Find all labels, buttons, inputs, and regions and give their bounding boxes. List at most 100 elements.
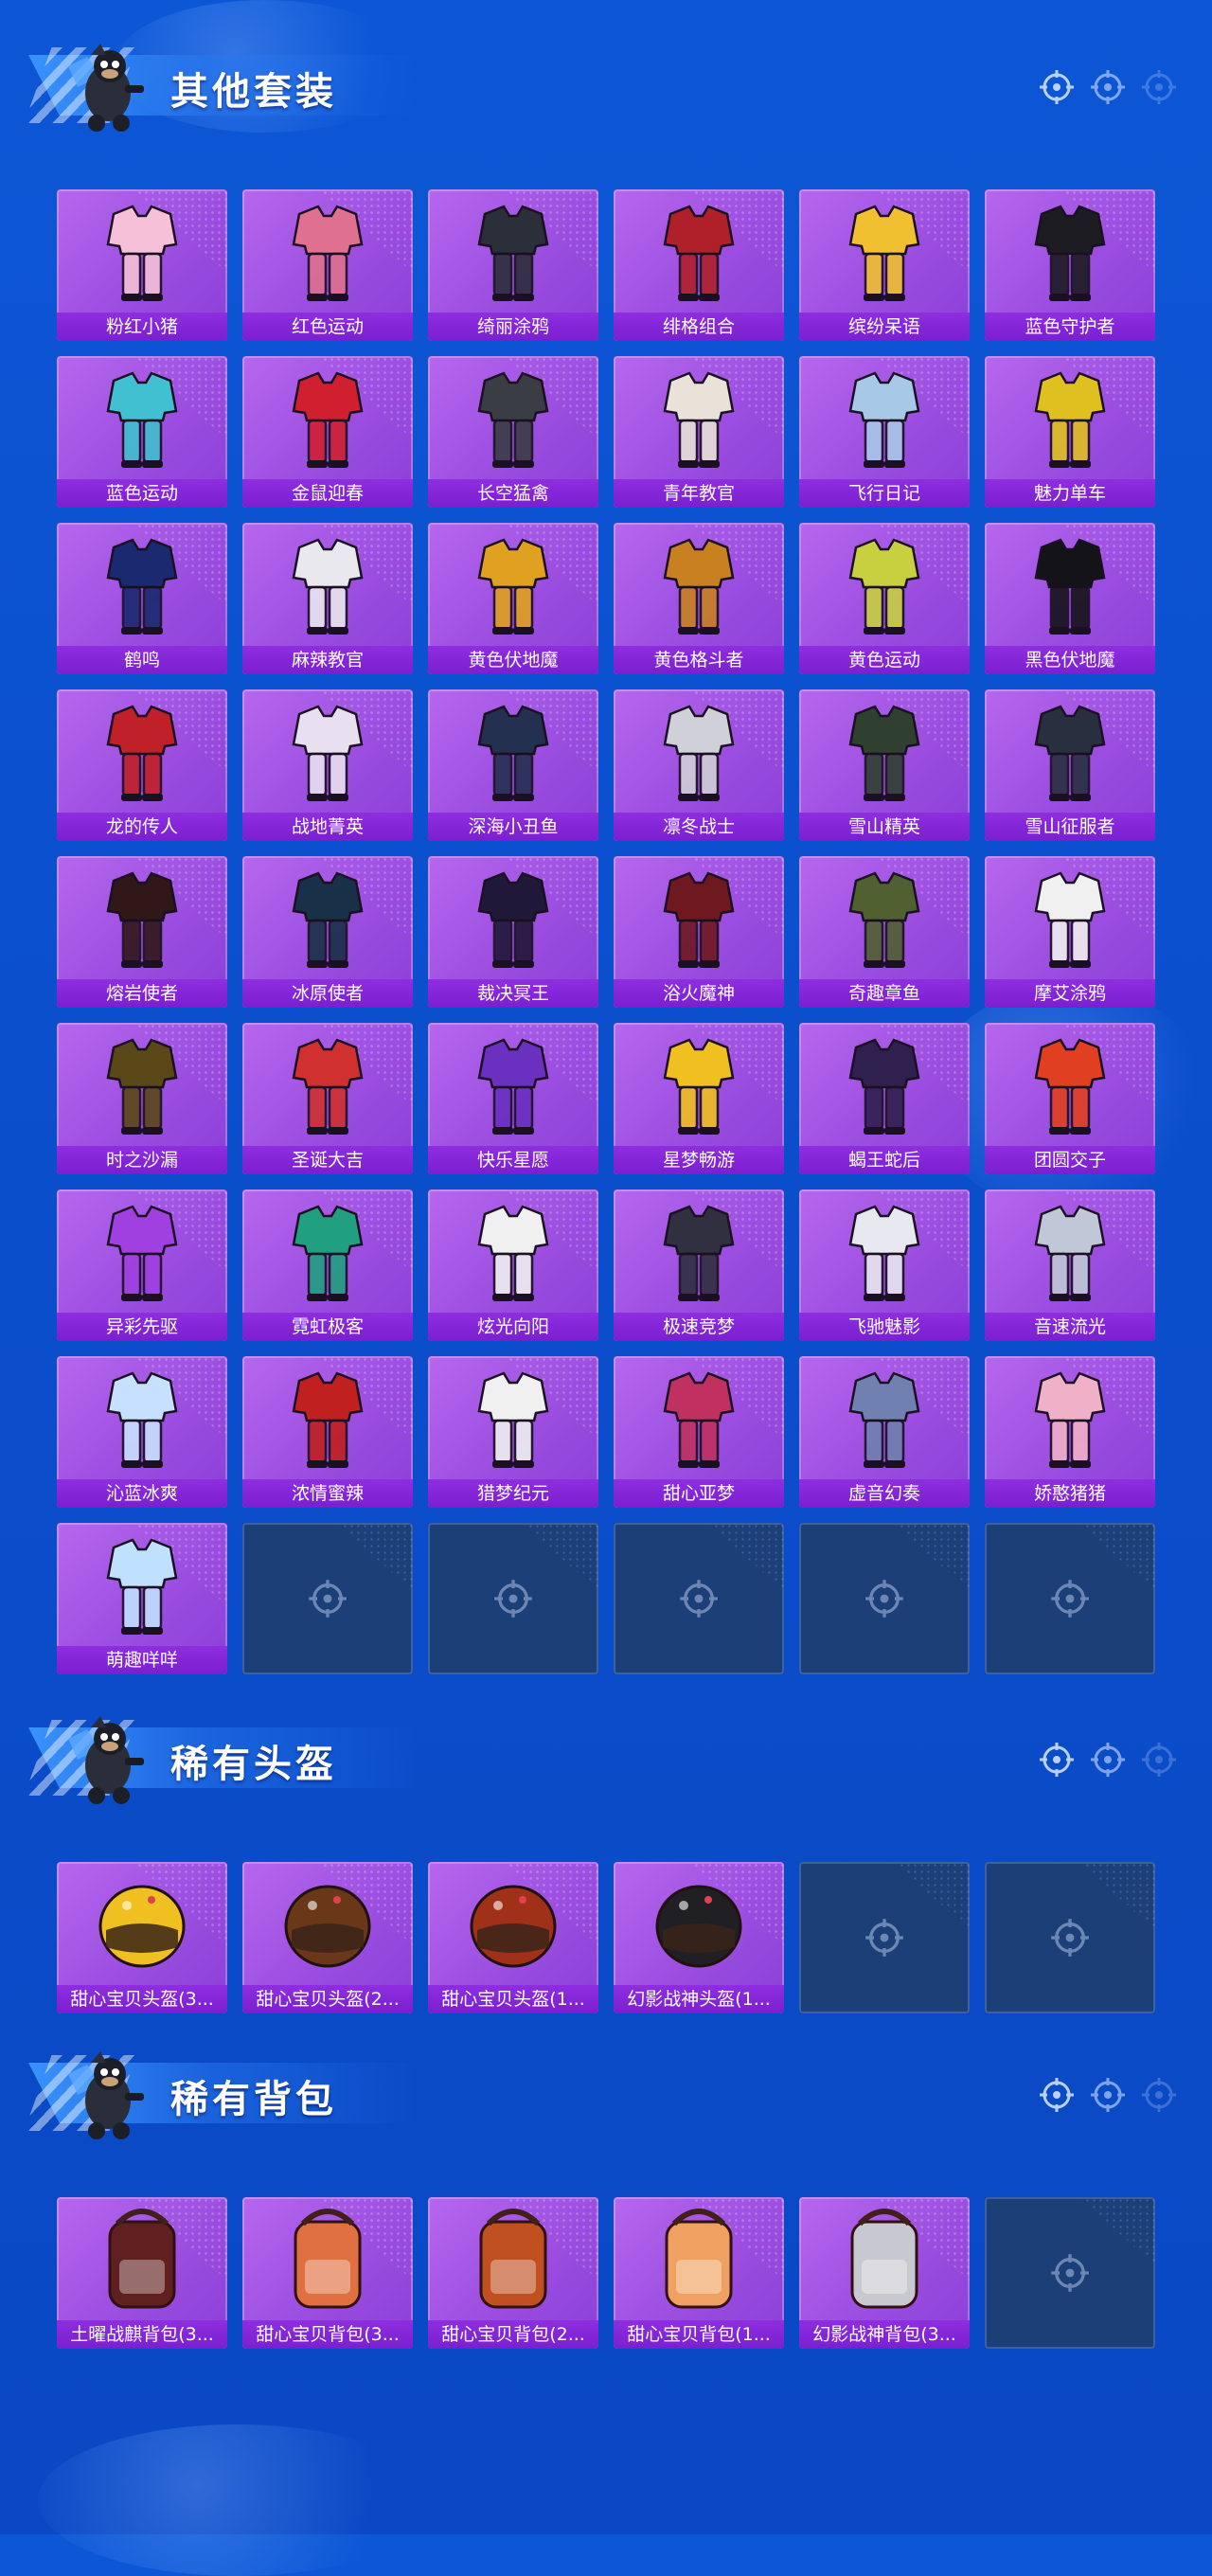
item-name: 甜心宝贝背包(3... <box>242 2320 413 2349</box>
item-name: 红色运动 <box>242 313 413 341</box>
item-name: 萌趣咩咩 <box>57 1646 227 1674</box>
crosshair-icon <box>1038 2076 1076 2114</box>
item-name: 粉红小猪 <box>57 313 227 341</box>
item-card[interactable]: 蓝色守护者 <box>985 189 1155 341</box>
empty-slot <box>985 1523 1155 1674</box>
item-card[interactable]: 飞行日记 <box>799 356 970 508</box>
item-card[interactable]: 雪山精英 <box>799 689 970 841</box>
item-card[interactable]: 战地菁英 <box>242 689 413 841</box>
item-name: 甜心宝贝背包(2... <box>428 2320 598 2349</box>
item-card[interactable]: 金鼠迎春 <box>242 356 413 508</box>
item-name: 土曜战麒背包(3... <box>57 2320 227 2349</box>
item-name: 金鼠迎春 <box>242 479 413 508</box>
item-card[interactable]: 绮丽涂鸦 <box>428 189 598 341</box>
item-card[interactable]: 绯格组合 <box>614 189 784 341</box>
item-card[interactable]: 炫光向阳 <box>428 1190 598 1341</box>
item-card[interactable]: 圣诞大吉 <box>242 1023 413 1174</box>
item-card[interactable]: 甜心宝贝头盔(2... <box>242 1862 413 2013</box>
item-card[interactable]: 甜心宝贝背包(3... <box>242 2197 413 2349</box>
item-card[interactable]: 奇趣章鱼 <box>799 856 970 1008</box>
item-name: 圣诞大吉 <box>242 1146 413 1174</box>
item-card[interactable]: 青年教官 <box>614 356 784 508</box>
crosshair-icon <box>864 1578 905 1619</box>
item-card[interactable]: 浴火魔神 <box>614 856 784 1008</box>
empty-slot <box>242 1523 413 1674</box>
item-card[interactable]: 霓虹极客 <box>242 1190 413 1341</box>
item-name: 战地菁英 <box>242 813 413 841</box>
item-card[interactable]: 团圆交子 <box>985 1023 1155 1174</box>
section-title: 其他套装 <box>170 70 337 114</box>
item-card[interactable]: 麻辣教官 <box>242 523 413 674</box>
item-card[interactable]: 魅力单车 <box>985 356 1155 508</box>
item-card[interactable]: 飞驰魅影 <box>799 1190 970 1341</box>
item-card[interactable]: 音速流光 <box>985 1190 1155 1341</box>
item-card[interactable]: 极速竞梦 <box>614 1190 784 1341</box>
crosshair-icon <box>1049 1917 1091 1959</box>
item-card[interactable]: 冰原使者 <box>242 856 413 1008</box>
item-name: 甜心宝贝头盔(1... <box>428 1985 598 2013</box>
item-card[interactable]: 快乐星愿 <box>428 1023 598 1174</box>
item-name: 蓝色运动 <box>57 479 227 508</box>
item-name: 音速流光 <box>985 1313 1155 1341</box>
crosshair-icon <box>1140 1741 1178 1779</box>
item-card[interactable]: 深海小丑鱼 <box>428 689 598 841</box>
item-card[interactable]: 熔岩使者 <box>57 856 227 1008</box>
item-card[interactable]: 黑色伏地魔 <box>985 523 1155 674</box>
crosshair-icon <box>1049 1578 1091 1619</box>
item-card[interactable]: 浓情蜜辣 <box>242 1356 413 1508</box>
item-card[interactable]: 异彩先驱 <box>57 1190 227 1341</box>
item-card[interactable]: 黄色伏地魔 <box>428 523 598 674</box>
item-card[interactable]: 甜心宝贝头盔(1... <box>428 1862 598 2013</box>
crosshair-icon <box>307 1578 348 1619</box>
item-card[interactable]: 甜心亚梦 <box>614 1356 784 1508</box>
empty-slot <box>428 1523 598 1674</box>
item-card[interactable]: 甜心宝贝背包(1... <box>614 2197 784 2349</box>
item-card[interactable]: 萌趣咩咩 <box>57 1523 227 1674</box>
item-card[interactable]: 娇憨猪猪 <box>985 1356 1155 1508</box>
empty-slot <box>985 2197 1155 2349</box>
item-grid: 土曜战麒背包(3... 甜心宝贝背包(3... 甜心宝贝背包(2... 甜心宝贝… <box>57 2197 1155 2349</box>
item-card[interactable]: 甜心宝贝背包(2... <box>428 2197 598 2349</box>
item-card[interactable]: 猎梦纪元 <box>428 1356 598 1508</box>
item-card[interactable]: 鹤鸣 <box>57 523 227 674</box>
crosshair-icon <box>1049 2252 1091 2294</box>
item-name: 甜心宝贝背包(1... <box>614 2320 784 2349</box>
item-name: 甜心宝贝头盔(2... <box>242 1985 413 2013</box>
empty-slot <box>799 1862 970 2013</box>
section-title: 稀有头盔 <box>170 1743 337 1786</box>
crosshair-icon <box>864 1917 905 1959</box>
item-card[interactable]: 星梦畅游 <box>614 1023 784 1174</box>
item-name: 鹤鸣 <box>57 646 227 674</box>
item-name: 星梦畅游 <box>614 1146 784 1174</box>
item-card[interactable]: 幻影战神头盔(1... <box>614 1862 784 2013</box>
item-card[interactable]: 时之沙漏 <box>57 1023 227 1174</box>
item-card[interactable]: 虚音幻奏 <box>799 1356 970 1508</box>
item-card[interactable]: 摩艾涂鸦 <box>985 856 1155 1008</box>
item-name: 绯格组合 <box>614 313 784 341</box>
item-card[interactable]: 黄色运动 <box>799 523 970 674</box>
item-card[interactable]: 雪山征服者 <box>985 689 1155 841</box>
item-name: 深海小丑鱼 <box>428 813 598 841</box>
item-card[interactable]: 幻影战神背包(3... <box>799 2197 970 2349</box>
item-card[interactable]: 甜心宝贝头盔(3... <box>57 1862 227 2013</box>
crosshair-decoration <box>1038 2076 1178 2114</box>
item-card[interactable]: 凛冬战士 <box>614 689 784 841</box>
empty-slot <box>614 1523 784 1674</box>
item-name: 蓝色守护者 <box>985 313 1155 341</box>
item-card[interactable]: 沁蓝冰爽 <box>57 1356 227 1508</box>
mascot-icon <box>59 38 150 133</box>
mascot-icon <box>59 1710 150 1805</box>
item-name: 奇趣章鱼 <box>799 979 970 1008</box>
item-card[interactable]: 缤纷呆语 <box>799 189 970 341</box>
item-card[interactable]: 黄色格斗者 <box>614 523 784 674</box>
item-card[interactable]: 裁决冥王 <box>428 856 598 1008</box>
item-card[interactable]: 土曜战麒背包(3... <box>57 2197 227 2349</box>
item-card[interactable]: 蓝色运动 <box>57 356 227 508</box>
item-card[interactable]: 龙的传人 <box>57 689 227 841</box>
item-card[interactable]: 红色运动 <box>242 189 413 341</box>
item-name: 团圆交子 <box>985 1146 1155 1174</box>
item-name: 黑色伏地魔 <box>985 646 1155 674</box>
item-card[interactable]: 蝎王蛇后 <box>799 1023 970 1174</box>
item-card[interactable]: 长空猛禽 <box>428 356 598 508</box>
item-card[interactable]: 粉红小猪 <box>57 189 227 341</box>
